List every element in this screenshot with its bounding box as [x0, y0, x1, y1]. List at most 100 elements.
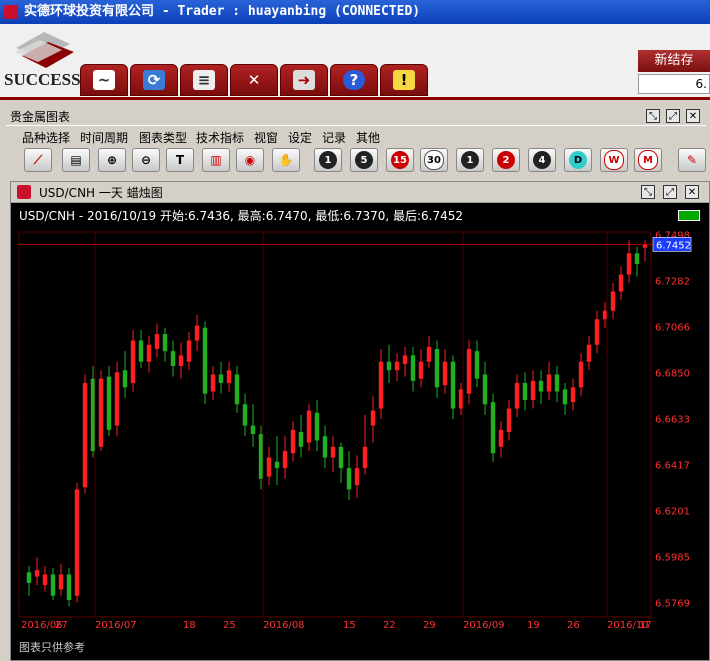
menu-bar: 品种选择 时间周期 图表类型 技术指标 视窗 设定 记录 其他 [6, 127, 706, 145]
zoom-out-button[interactable]: ⊖ [132, 148, 160, 172]
x-tick-label: 19 [527, 620, 540, 631]
candle-body [522, 383, 528, 401]
candle-body [474, 351, 480, 379]
period-1m-button[interactable]: 1 [314, 148, 342, 172]
chart-toolbar: ⟋ ▤ ⊕ ⊖ T ▥ ◉ ✋ 1 5 15 30 1 2 4 D W M ✎ [6, 146, 710, 174]
candle-body [154, 334, 160, 349]
candle-body [634, 253, 640, 264]
candle-body [322, 436, 328, 458]
period-5m-label: 5 [355, 151, 373, 169]
candle-body [114, 372, 120, 426]
candle-body [514, 383, 520, 409]
help-tab-button[interactable]: ? [330, 64, 378, 96]
text-tool-button[interactable]: T [166, 148, 194, 172]
zoom-in-button[interactable]: ⊕ [98, 148, 126, 172]
chart-close-icon[interactable]: ✕ [685, 185, 699, 199]
close-icon[interactable]: ✕ [686, 109, 700, 123]
period-30m-button[interactable]: 30 [420, 148, 448, 172]
period-day-label: D [569, 151, 587, 169]
candle-body [354, 468, 360, 486]
menu-chart-type[interactable]: 图表类型 [139, 129, 187, 146]
x-tick-label: 22 [383, 620, 396, 631]
y-tick-label: 6.5985 [655, 552, 690, 563]
y-tick-label: 6.7066 [655, 322, 690, 333]
candle-body [418, 361, 424, 379]
candle-body [106, 376, 112, 430]
current-price-label: 6.7452 [656, 240, 691, 251]
candle-body [186, 340, 192, 362]
x-tick-label: 25 [223, 620, 236, 631]
candle-body [74, 489, 80, 596]
orders-tab-button[interactable]: ≡ [180, 64, 228, 96]
candle-body [202, 327, 208, 394]
candle-body [218, 374, 224, 384]
refresh-icon: ⟳ [143, 70, 165, 90]
restore-icon[interactable]: ⤡ [646, 109, 660, 123]
candle-body [146, 344, 152, 362]
menu-settings[interactable]: 设定 [288, 129, 312, 146]
candle-body [594, 319, 600, 345]
new-settlement-value: 6. [638, 74, 710, 94]
delete-button[interactable]: ▥ [202, 148, 230, 172]
y-tick-label: 6.6633 [655, 415, 690, 426]
help-icon: ? [343, 70, 365, 90]
record-button[interactable]: ◉ [236, 148, 264, 172]
period-2h-label: 2 [497, 151, 515, 169]
alert-tab-button[interactable]: ! [380, 64, 428, 96]
plot-frame [18, 231, 652, 618]
zoom-out-icon: ⊖ [140, 153, 152, 167]
ohlc-info: USD/CNH - 2016/10/19 开始:6.7436, 最高:6.747… [19, 209, 464, 223]
draw-pen-button[interactable]: ✎ [678, 148, 706, 172]
menu-indicators[interactable]: 技术指标 [196, 129, 244, 146]
candle-body [610, 291, 616, 311]
window-title: 实德环球投资有限公司 - Trader : huayanbing (CONNEC… [24, 4, 421, 19]
chart-line-icon: ⟋ [33, 152, 43, 167]
candle-body [490, 402, 496, 454]
print-button[interactable]: ▤ [62, 148, 90, 172]
candle-body [370, 410, 376, 426]
period-2h-button[interactable]: 2 [492, 148, 520, 172]
logo-text: SUCCESS [4, 70, 81, 89]
app-icon [4, 5, 18, 19]
candle-body [242, 404, 248, 426]
candle-body [498, 429, 504, 447]
candlestick-chart[interactable]: 6.74986.72826.70666.68506.66336.64176.62… [11, 227, 709, 660]
logout-tab-button[interactable]: ➜ [280, 64, 328, 96]
candle-body [626, 253, 632, 275]
candle-body [618, 274, 624, 292]
menu-time-period[interactable]: 时间周期 [80, 129, 128, 146]
period-4h-button[interactable]: 4 [528, 148, 556, 172]
period-5m-button[interactable]: 5 [350, 148, 378, 172]
target-icon: ◉ [244, 153, 256, 167]
period-1h-button[interactable]: 1 [456, 148, 484, 172]
x-tick-label: 2016/09 [463, 620, 505, 631]
candle-body [602, 310, 608, 320]
menu-records[interactable]: 记录 [322, 129, 346, 146]
period-day-button[interactable]: D [564, 148, 592, 172]
logo-mark-icon [14, 32, 74, 68]
chart-maximize-icon[interactable]: ⤢ [663, 185, 677, 199]
candle-body [506, 408, 512, 432]
menu-symbol-select[interactable]: 品种选择 [22, 129, 70, 146]
period-week-label: W [604, 150, 624, 170]
period-4h-label: 4 [533, 151, 551, 169]
hand-button[interactable]: ✋ [272, 148, 300, 172]
period-month-button[interactable]: M [634, 148, 662, 172]
tools-tab-button[interactable]: ✕ [230, 64, 278, 96]
candle-body [210, 374, 216, 392]
menu-other[interactable]: 其他 [356, 129, 380, 146]
period-15m-button[interactable]: 15 [386, 148, 414, 172]
chart-restore-icon[interactable]: ⤡ [641, 185, 655, 199]
line-chart-button[interactable]: ⟋ [24, 148, 52, 172]
menu-window[interactable]: 视窗 [254, 129, 278, 146]
maximize-icon[interactable]: ⤢ [666, 109, 680, 123]
candle-body [530, 380, 536, 401]
chart-window-icon [17, 185, 31, 199]
candle-body [298, 431, 304, 447]
period-week-button[interactable]: W [600, 148, 628, 172]
candle-body [290, 429, 296, 454]
quotes-tab-button[interactable]: ~ [80, 64, 128, 96]
candle-body [482, 374, 488, 405]
refresh-tab-button[interactable]: ⟳ [130, 64, 178, 96]
candle-body [378, 361, 384, 409]
